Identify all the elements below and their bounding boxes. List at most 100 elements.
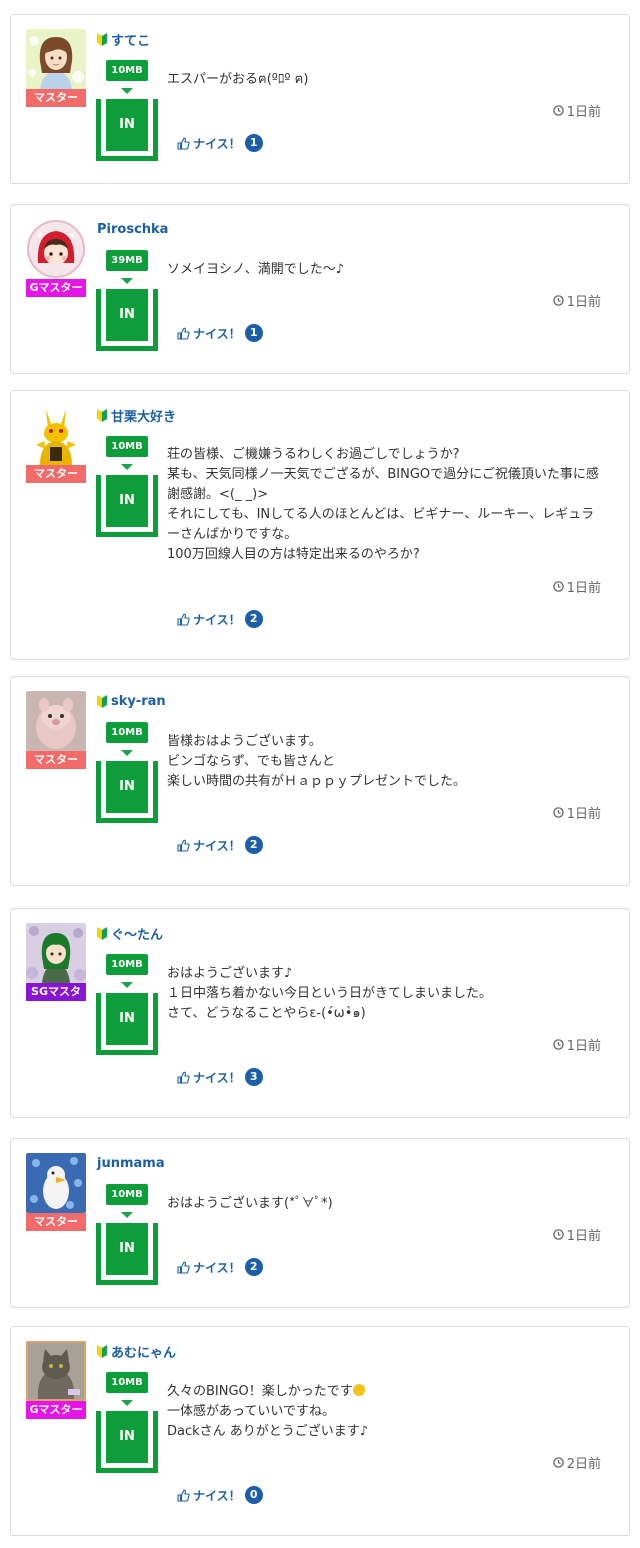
- nice-button[interactable]: ナイス！ 0: [177, 1485, 263, 1505]
- thumbs-up-icon: [177, 1261, 190, 1274]
- username-text[interactable]: Piroschka: [97, 222, 168, 237]
- nice-button[interactable]: ナイス！ 3: [177, 1067, 263, 1087]
- nice-button[interactable]: ナイス！ 2: [177, 1257, 263, 1277]
- time-text: 2日前: [566, 1456, 601, 1472]
- beginner-mark-icon: [97, 926, 107, 940]
- in-indicator: IN: [96, 761, 158, 823]
- in-label: IN: [106, 1411, 148, 1463]
- username-text[interactable]: あむにゃん: [111, 1342, 176, 1361]
- post-card: Gマスター Piroschka 39MB IN ソメイヨシノ、満開でした〜♪ 1…: [10, 204, 630, 374]
- nice-label[interactable]: ナイス！: [193, 837, 241, 854]
- rank-badge: Gマスター: [26, 279, 86, 297]
- message-line: Dackさん ありがとうございます♪: [167, 1424, 369, 1439]
- post-time: 1日前: [552, 576, 601, 596]
- in-label: IN: [106, 475, 148, 527]
- nice-count-badge: 0: [244, 1486, 263, 1504]
- in-indicator: IN: [96, 1223, 158, 1285]
- rank-badge: マスター: [26, 89, 86, 107]
- avatar-image-green-hair-girl: [26, 923, 86, 983]
- nice-label[interactable]: ナイス！: [193, 325, 241, 342]
- post-time: 1日前: [552, 802, 601, 822]
- username-link[interactable]: 甘栗大好き: [97, 405, 176, 425]
- nice-label[interactable]: ナイス！: [193, 135, 241, 152]
- post-message: 皆様おはようございます。 ビンゴならず、でも皆さんと 楽しい時間の共有がＨａｐｐ…: [167, 732, 607, 792]
- nice-count-badge: 3: [244, 1068, 263, 1086]
- in-indicator: IN: [96, 289, 158, 351]
- clock-icon: [552, 806, 564, 818]
- nice-label[interactable]: ナイス！: [193, 1487, 241, 1504]
- username-link[interactable]: すてこ: [97, 29, 150, 49]
- post-card: マスター 甘栗大好き 10MB IN 荘の皆様、ご機嫌うるわしくお過ごしでしょう…: [10, 390, 630, 660]
- in-label: IN: [106, 993, 148, 1045]
- arrow-down-icon: [121, 88, 133, 94]
- beginner-mark-icon: [97, 408, 107, 422]
- clock-icon: [552, 1228, 564, 1240]
- message-line: 楽しい時間の共有がＨａｐｐｙプレゼントでした。: [167, 774, 467, 789]
- message-line: おはようございます(*ﾟ∀ﾟ*): [167, 1196, 333, 1211]
- message-line: エスパーがおるฅ(ºﾛº ฅ): [167, 72, 309, 87]
- post-time: 2日前: [552, 1452, 601, 1472]
- data-size-badge: 10MB: [106, 1372, 148, 1393]
- post-card: マスター junmama 10MB IN おはようございます(*ﾟ∀ﾟ*) 1日…: [10, 1138, 630, 1308]
- in-label: IN: [106, 99, 148, 151]
- nice-button[interactable]: ナイス！ 2: [177, 609, 263, 629]
- avatar-image-golden-rabbit: [26, 405, 86, 465]
- in-label: IN: [106, 761, 148, 813]
- message-line: 荘の皆様、ご機嫌うるわしくお過ごしでしょうか?: [167, 447, 460, 462]
- time-text: 1日前: [566, 580, 601, 596]
- username-text[interactable]: ぐ〜たん: [111, 924, 163, 943]
- avatar[interactable]: [26, 1341, 86, 1401]
- post-time: 1日前: [552, 100, 601, 120]
- post-time: 1日前: [552, 1224, 601, 1244]
- thumbs-up-icon: [177, 1071, 190, 1084]
- time-text: 1日前: [566, 104, 601, 120]
- avatar[interactable]: [26, 29, 86, 89]
- username-link[interactable]: Piroschka: [97, 219, 168, 239]
- post-card: Gマスター あむにゃん 10MB IN 久々のBINGO！楽しかったです 一体感…: [10, 1326, 630, 1536]
- avatar[interactable]: [26, 1153, 86, 1213]
- username-text[interactable]: 甘栗大好き: [111, 406, 176, 425]
- in-indicator: IN: [96, 99, 158, 161]
- avatar-image-duck-flowers: [26, 1153, 86, 1213]
- rank-badge: マスター: [26, 465, 86, 483]
- nice-label[interactable]: ナイス！: [193, 1259, 241, 1276]
- nice-button[interactable]: ナイス！ 2: [177, 835, 263, 855]
- message-line: 一体感があっていいですね。: [167, 1404, 335, 1419]
- username-link[interactable]: junmama: [97, 1153, 165, 1173]
- clock-icon: [552, 104, 564, 116]
- username-link[interactable]: あむにゃん: [97, 1341, 176, 1361]
- message-line: ビンゴならず、でも皆さんと: [167, 754, 335, 769]
- avatar-image-red-hood: [26, 219, 86, 279]
- beginner-mark-icon: [97, 1344, 107, 1358]
- username-text[interactable]: すてこ: [111, 30, 150, 49]
- nice-button[interactable]: ナイス！ 1: [177, 133, 263, 153]
- message-line: 100万回線人目の方は特定出来るのやろか?: [167, 547, 420, 562]
- username-link[interactable]: sky-ran: [97, 691, 166, 711]
- thumbs-up-icon: [177, 327, 190, 340]
- data-size-badge: 10MB: [106, 954, 148, 975]
- clock-icon: [552, 294, 564, 306]
- post-message: ソメイヨシノ、満開でした〜♪: [167, 260, 607, 280]
- arrow-down-icon: [121, 1212, 133, 1218]
- avatar[interactable]: [26, 219, 86, 279]
- message-line: おはようございます♪: [167, 966, 293, 981]
- nice-label[interactable]: ナイス！: [193, 611, 241, 628]
- rank-badge: マスター: [26, 1213, 86, 1231]
- post-card: マスター sky-ran 10MB IN 皆様おはようございます。 ビンゴならず…: [10, 676, 630, 886]
- avatar[interactable]: [26, 923, 86, 983]
- post-message: おはようございます(*ﾟ∀ﾟ*): [167, 1194, 607, 1214]
- message-text: 久々のBINGO！楽しかったです: [167, 1384, 353, 1399]
- username-link[interactable]: ぐ〜たん: [97, 923, 163, 943]
- in-label: IN: [106, 1223, 148, 1275]
- avatar[interactable]: [26, 691, 86, 751]
- rank-badge: SGマスタ: [26, 983, 86, 1001]
- time-text: 1日前: [566, 1228, 601, 1244]
- post-card: マスター すてこ 10MB IN エスパーがおるฅ(ºﾛº ฅ) 1日前 ナイス…: [10, 14, 630, 184]
- avatar[interactable]: [26, 405, 86, 465]
- nice-count-badge: 2: [244, 836, 263, 854]
- username-text[interactable]: sky-ran: [111, 694, 166, 709]
- message-line: それにしても、INしてる人のほとんどは、ビギナー、ルーキー、レギュラーさんばかり…: [167, 507, 595, 542]
- nice-button[interactable]: ナイス！ 1: [177, 323, 263, 343]
- nice-label[interactable]: ナイス！: [193, 1069, 241, 1086]
- username-text[interactable]: junmama: [97, 1156, 165, 1171]
